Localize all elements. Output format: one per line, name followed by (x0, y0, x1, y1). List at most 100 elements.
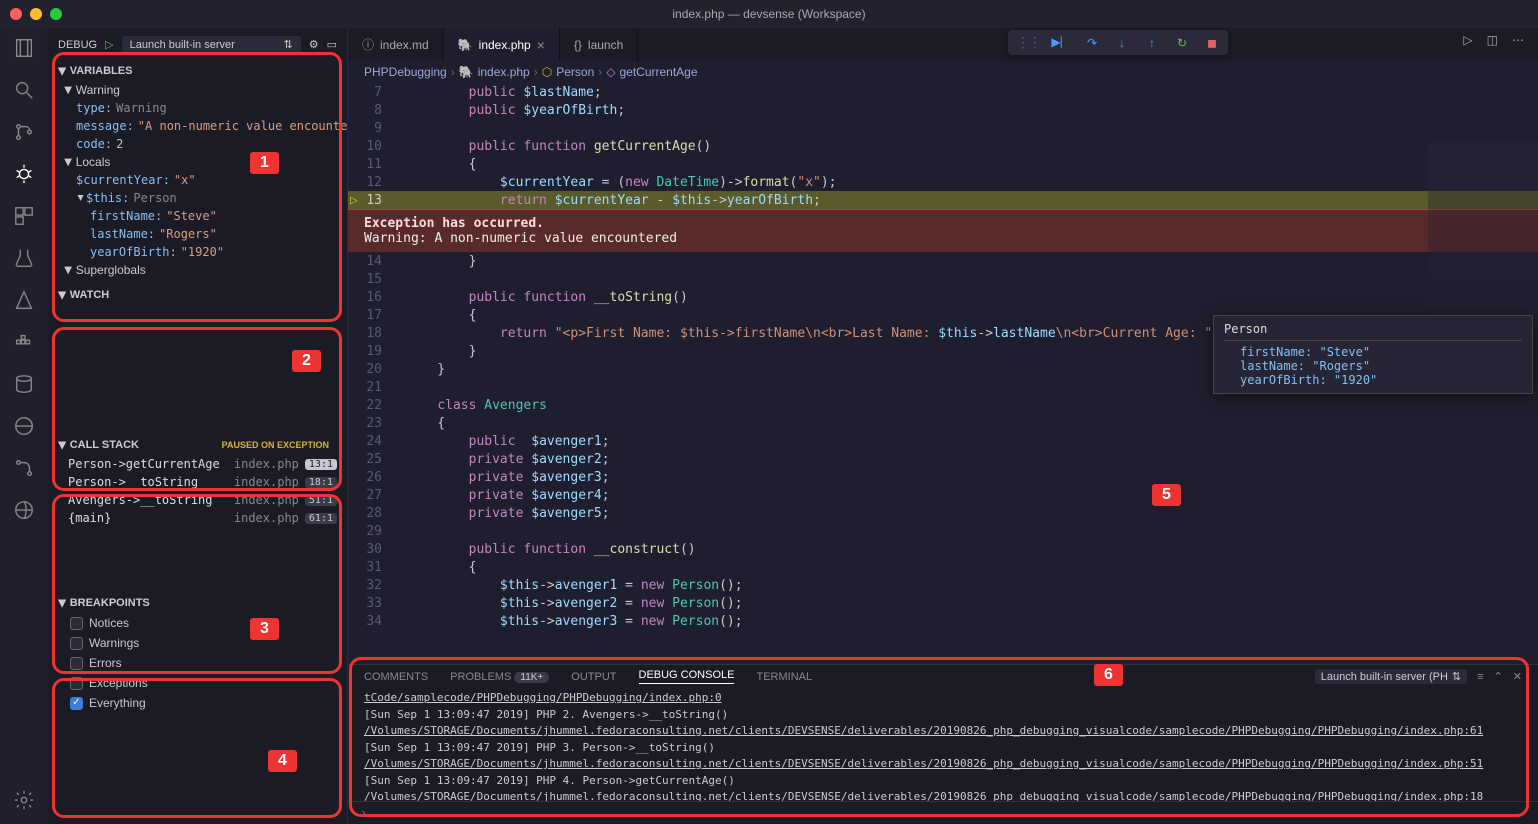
code-line[interactable]: 8 public $yearOfBirth; (348, 101, 1538, 119)
code-line[interactable]: 28 private $avenger5; (348, 504, 1538, 522)
extensions-icon[interactable] (12, 204, 36, 228)
code-line[interactable]: 12 $currentYear = (new DateTime)->format… (348, 173, 1538, 191)
run-file-button[interactable]: ▷ (1463, 33, 1472, 47)
restart-button[interactable]: ↻ (1174, 35, 1190, 51)
checkbox[interactable] (70, 617, 83, 630)
minimap[interactable] (1428, 143, 1538, 323)
code-line[interactable]: 33 $this->avenger2 = new Person(); (348, 594, 1538, 612)
breakpoint-item[interactable]: Notices (48, 613, 347, 633)
code-line[interactable]: 31 { (348, 558, 1538, 576)
code-line[interactable]: 25 private $avenger2; (348, 450, 1538, 468)
settings-icon[interactable] (12, 788, 36, 812)
close-tab-button[interactable]: × (537, 37, 545, 53)
checkbox[interactable] (70, 697, 83, 710)
callstack-header[interactable]: ▶CALL STACK PAUSED ON EXCEPTION (48, 435, 347, 455)
code-editor[interactable]: 7 public $lastName;8 public $yearOfBirth… (348, 83, 1538, 664)
breakpoints-header[interactable]: ▶ BREAKPOINTS (48, 593, 347, 613)
variables-scope-warning[interactable]: ▶Warning (48, 81, 347, 99)
debug-console-output[interactable]: tCode/samplecode/PHPDebugging/PHPDebuggi… (348, 688, 1538, 801)
editor-tab[interactable]: ⓘindex.md (348, 28, 444, 61)
breakpoint-item[interactable]: Errors (48, 653, 347, 673)
debug-toolbar[interactable]: ⋮⋮ ▶⎸ ↷ ↓ ↑ ↻ ◼ (1008, 30, 1228, 55)
callstack-frame[interactable]: Avengers->__toStringindex.php51:1 (48, 491, 347, 509)
code-line[interactable]: 9 (348, 119, 1538, 137)
file-icon: 🐘 (458, 38, 473, 52)
search-icon[interactable] (12, 78, 36, 102)
explorer-icon[interactable] (12, 36, 36, 60)
editor-tab[interactable]: {}launch (560, 28, 638, 61)
breakpoint-item[interactable]: Warnings (48, 633, 347, 653)
more-actions-button[interactable]: ⋯ (1512, 33, 1524, 47)
stop-button[interactable]: ◼ (1204, 35, 1220, 51)
variable-this[interactable]: ▶ $this: Person (48, 189, 347, 207)
live-share-icon[interactable] (12, 414, 36, 438)
step-into-button[interactable]: ↓ (1114, 35, 1130, 51)
source-control-icon[interactable] (12, 120, 36, 144)
code-line[interactable]: 27 private $avenger4; (348, 486, 1538, 504)
code-line[interactable]: 34 $this->avenger3 = new Person(); (348, 612, 1538, 630)
docker-icon[interactable] (12, 330, 36, 354)
watch-header[interactable]: ▶ WATCH (48, 285, 347, 305)
code-line[interactable]: 26 private $avenger3; (348, 468, 1538, 486)
code-line[interactable]: 30 public function __construct() (348, 540, 1538, 558)
code-line[interactable]: 10 public function getCurrentAge() (348, 137, 1538, 155)
breadcrumb[interactable]: PHPDebugging› 🐘index.php› ⬡Person› ◇getC… (348, 61, 1538, 83)
variables-scope-locals[interactable]: ▶Locals (48, 153, 347, 171)
callstack-frame[interactable]: {main}index.php61:1 (48, 509, 347, 527)
checkbox[interactable] (70, 657, 83, 670)
code-line[interactable]: 29 (348, 522, 1538, 540)
checkbox[interactable] (70, 637, 83, 650)
variables-scope-superglobals[interactable]: ▶Superglobals (48, 261, 347, 279)
tab-terminal[interactable]: TERMINAL (756, 671, 812, 683)
code-line[interactable]: 22 class Avengers (348, 396, 1538, 414)
code-line[interactable]: 23 { (348, 414, 1538, 432)
tab-output[interactable]: OUTPUT (571, 671, 616, 683)
breakpoints-panel: NoticesWarningsErrorsExceptionsEverythin… (48, 613, 347, 719)
git-graph-icon[interactable] (12, 456, 36, 480)
variables-header[interactable]: ▶ VARIABLES (48, 61, 347, 81)
tab-debug-console[interactable]: DEBUG CONSOLE (639, 669, 735, 684)
code-line[interactable]: 16 public function __toString() (348, 288, 1538, 306)
step-over-button[interactable]: ↷ (1084, 35, 1100, 51)
close-panel-button[interactable]: ✕ (1513, 670, 1522, 683)
breakpoint-item[interactable]: Everything (48, 693, 347, 713)
callstack-frame[interactable]: Person->getCurrentAgeindex.php13:1 (48, 455, 347, 473)
file-icon: {} (574, 38, 582, 52)
clear-console-button[interactable]: ≡ (1477, 671, 1483, 683)
test-icon[interactable] (12, 246, 36, 270)
split-editor-button[interactable]: ◫ (1487, 33, 1498, 47)
tab-problems[interactable]: PROBLEMS 11K+ (450, 671, 549, 683)
code-line[interactable]: 15 (348, 270, 1538, 288)
collapse-panel-button[interactable]: ⌃ (1494, 670, 1503, 683)
code-line[interactable]: 24 public $avenger1; (348, 432, 1538, 450)
chevron-down-icon: ▶ (56, 67, 67, 75)
callstack-panel: Person->getCurrentAgeindex.php13:1Person… (48, 455, 347, 533)
debug-console-input[interactable]: › (348, 801, 1538, 824)
execution-pointer-icon: ▷ (350, 193, 358, 208)
database-icon[interactable] (12, 372, 36, 396)
debug-session-select[interactable]: Launch built-in server (PH ⇅ (1315, 669, 1467, 684)
step-out-button[interactable]: ↑ (1144, 35, 1160, 51)
code-line[interactable]: 11 { (348, 155, 1538, 173)
gear-icon[interactable]: ⚙ (309, 38, 319, 51)
drag-handle-icon[interactable]: ⋮⋮ (1016, 34, 1040, 51)
tab-comments[interactable]: COMMENTS (364, 671, 428, 683)
debug-config-select[interactable]: Launch built-in server ⇅ (122, 36, 301, 53)
tab-label: index.php (479, 38, 531, 52)
callstack-frame[interactable]: Person->__toStringindex.php18:1 (48, 473, 347, 491)
titlebar: index.php — devsense (Workspace) (0, 0, 1538, 28)
continue-button[interactable]: ▶⎸ (1054, 35, 1070, 51)
editor-tab[interactable]: 🐘 index.php × (444, 28, 560, 61)
checkbox[interactable] (70, 677, 83, 690)
breakpoint-item[interactable]: Exceptions (48, 673, 347, 693)
code-line[interactable]: ▷13 return $currentYear - $this->yearOfB… (348, 191, 1538, 209)
code-line[interactable]: 7 public $lastName; (348, 83, 1538, 101)
environment-icon[interactable] (12, 498, 36, 522)
debug-icon[interactable] (12, 162, 36, 186)
azure-icon[interactable] (12, 288, 36, 312)
debug-console-shortcut-icon[interactable]: ▭ (327, 38, 337, 51)
debug-header: DEBUG ▷ Launch built-in server ⇅ ⚙ ▭ (48, 28, 347, 61)
code-line[interactable]: 32 $this->avenger1 = new Person(); (348, 576, 1538, 594)
start-debug-button[interactable]: ▷ (105, 38, 113, 51)
code-line[interactable]: 14 } (348, 252, 1538, 270)
